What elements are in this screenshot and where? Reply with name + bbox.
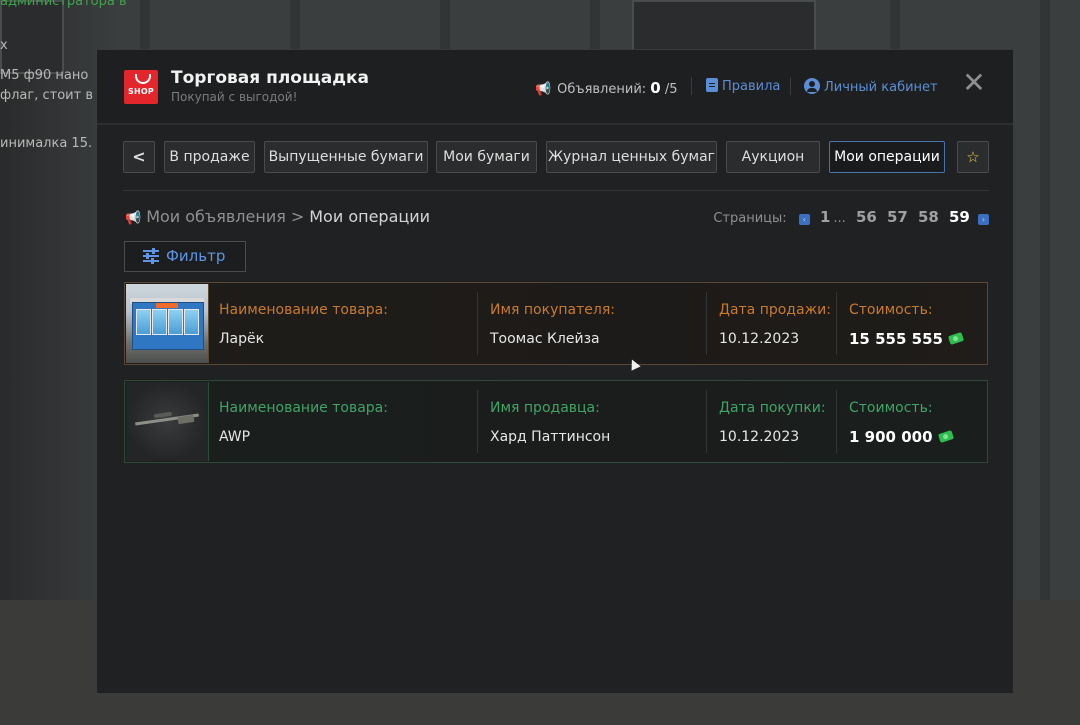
- clipboard-icon: [706, 78, 718, 92]
- money-icon: [937, 430, 954, 443]
- ads-label: Объявлений:: [557, 82, 647, 97]
- cell-divider: [706, 292, 707, 355]
- price-value: 1 900 000: [849, 428, 933, 446]
- pagination: Страницы: ‹ 1... 56 57 58 59 ›: [713, 208, 989, 226]
- background-chat-line: инималка 15.: [0, 136, 93, 151]
- cell-divider: [477, 292, 478, 355]
- tab-my-operations[interactable]: Мои операции: [829, 141, 945, 173]
- pagination-label: Страницы:: [713, 211, 787, 226]
- page-link[interactable]: 57: [887, 208, 908, 226]
- cabinet-label: Личный кабинет: [824, 80, 938, 95]
- background-chat-line: администратора в: [0, 0, 127, 9]
- sale-date-label: Дата продажи:: [719, 302, 831, 318]
- item-value: Ларёк: [219, 331, 265, 347]
- sale-date-value: 10.12.2023: [719, 331, 800, 347]
- background-chat-line: M5 ф90 нано: [0, 68, 89, 83]
- page-link[interactable]: 56: [856, 208, 877, 226]
- chevron-left-icon[interactable]: ‹: [798, 214, 810, 225]
- page-title: Торговая площадка: [171, 68, 369, 88]
- header-divider: [691, 77, 692, 95]
- price-label: Стоимость:: [849, 400, 933, 416]
- back-button[interactable]: <: [123, 141, 155, 173]
- marketplace-modal: SHOP Торговая площадка Покупай с выгодой…: [96, 49, 1014, 694]
- background-chat-line: x: [0, 38, 8, 53]
- cabinet-link[interactable]: Личный кабинет: [804, 78, 938, 95]
- page-ellipsis: ...: [833, 211, 846, 226]
- page-link[interactable]: 1: [820, 208, 830, 226]
- breadcrumb-separator: >: [290, 207, 305, 226]
- filter-button[interactable]: Фильтр: [124, 241, 246, 272]
- background-window: [632, 0, 816, 52]
- rifle-image: [126, 382, 209, 461]
- price-value: 15 555 555: [849, 330, 943, 348]
- seller-label: Имя продавца:: [490, 400, 600, 416]
- favorite-button[interactable]: ☆: [957, 141, 989, 173]
- tab-on-sale[interactable]: В продаже: [164, 141, 255, 173]
- filter-label: Фильтр: [166, 247, 226, 265]
- tab-issued-securities[interactable]: Выпущенные бумаги: [264, 141, 428, 173]
- close-icon[interactable]: ✕: [961, 69, 987, 97]
- purchase-date-label: Дата покупки:: [719, 400, 826, 416]
- item-label: Наименование товара:: [219, 302, 388, 318]
- tab-auction[interactable]: Аукцион: [726, 141, 820, 173]
- kiosk-image: [126, 284, 209, 363]
- seller-value: Хард Паттинсон: [490, 429, 611, 445]
- star-icon: ☆: [966, 148, 980, 166]
- tab-my-securities[interactable]: Мои бумаги: [436, 141, 537, 173]
- megaphone-icon: 📢: [125, 211, 142, 226]
- item-value: AWP: [219, 429, 251, 445]
- operation-card-sale[interactable]: Наименование товара: Ларёк Имя покупател…: [124, 282, 988, 365]
- modal-header: SHOP Торговая площадка Покупай с выгодой…: [97, 50, 1013, 125]
- background-window: [0, 0, 64, 74]
- sliders-icon: [143, 248, 159, 264]
- page-link-current[interactable]: 59: [949, 208, 970, 226]
- shop-bag-icon: SHOP: [124, 70, 158, 104]
- header-divider: [790, 77, 791, 95]
- rules-label: Правила: [722, 79, 781, 94]
- operation-card-purchase[interactable]: Наименование товара: AWP Имя продавца: Х…: [124, 380, 988, 463]
- page-subtitle: Покупай с выгодой!: [171, 90, 298, 104]
- chevron-right-icon[interactable]: ›: [978, 214, 989, 225]
- purchase-date-value: 10.12.2023: [719, 429, 800, 445]
- ads-counter: 📢 Объявлений: 0 /5: [535, 79, 678, 97]
- price-value-row: 15 555 555: [849, 330, 965, 348]
- page-link[interactable]: 58: [918, 208, 939, 226]
- buyer-label: Имя покупателя:: [490, 302, 615, 318]
- section-divider: [123, 190, 989, 191]
- tab-securities-journal[interactable]: Журнал ценных бумаг: [546, 141, 717, 173]
- breadcrumb-root[interactable]: Мои объявления: [146, 207, 286, 226]
- breadcrumb: 📢 Мои объявления > Мои операции: [125, 207, 430, 226]
- buyer-value: Тоомас Клейза: [490, 331, 600, 347]
- cell-divider: [836, 390, 837, 453]
- price-label: Стоимость:: [849, 302, 933, 318]
- logo-text: SHOP: [128, 87, 154, 96]
- breadcrumb-current: Мои операции: [309, 207, 431, 226]
- cell-divider: [477, 390, 478, 453]
- ads-max: /5: [664, 82, 678, 97]
- megaphone-icon: 📢: [535, 82, 552, 97]
- price-value-row: 1 900 000: [849, 428, 954, 446]
- money-icon: [947, 332, 965, 345]
- cell-divider: [836, 292, 837, 355]
- ads-count: 0: [650, 79, 661, 97]
- item-label: Наименование товара:: [219, 400, 388, 416]
- background-chat-line: флаг, стоит в: [0, 88, 93, 103]
- rules-link[interactable]: Правила: [706, 78, 780, 94]
- cell-divider: [706, 390, 707, 453]
- user-icon: [804, 78, 820, 94]
